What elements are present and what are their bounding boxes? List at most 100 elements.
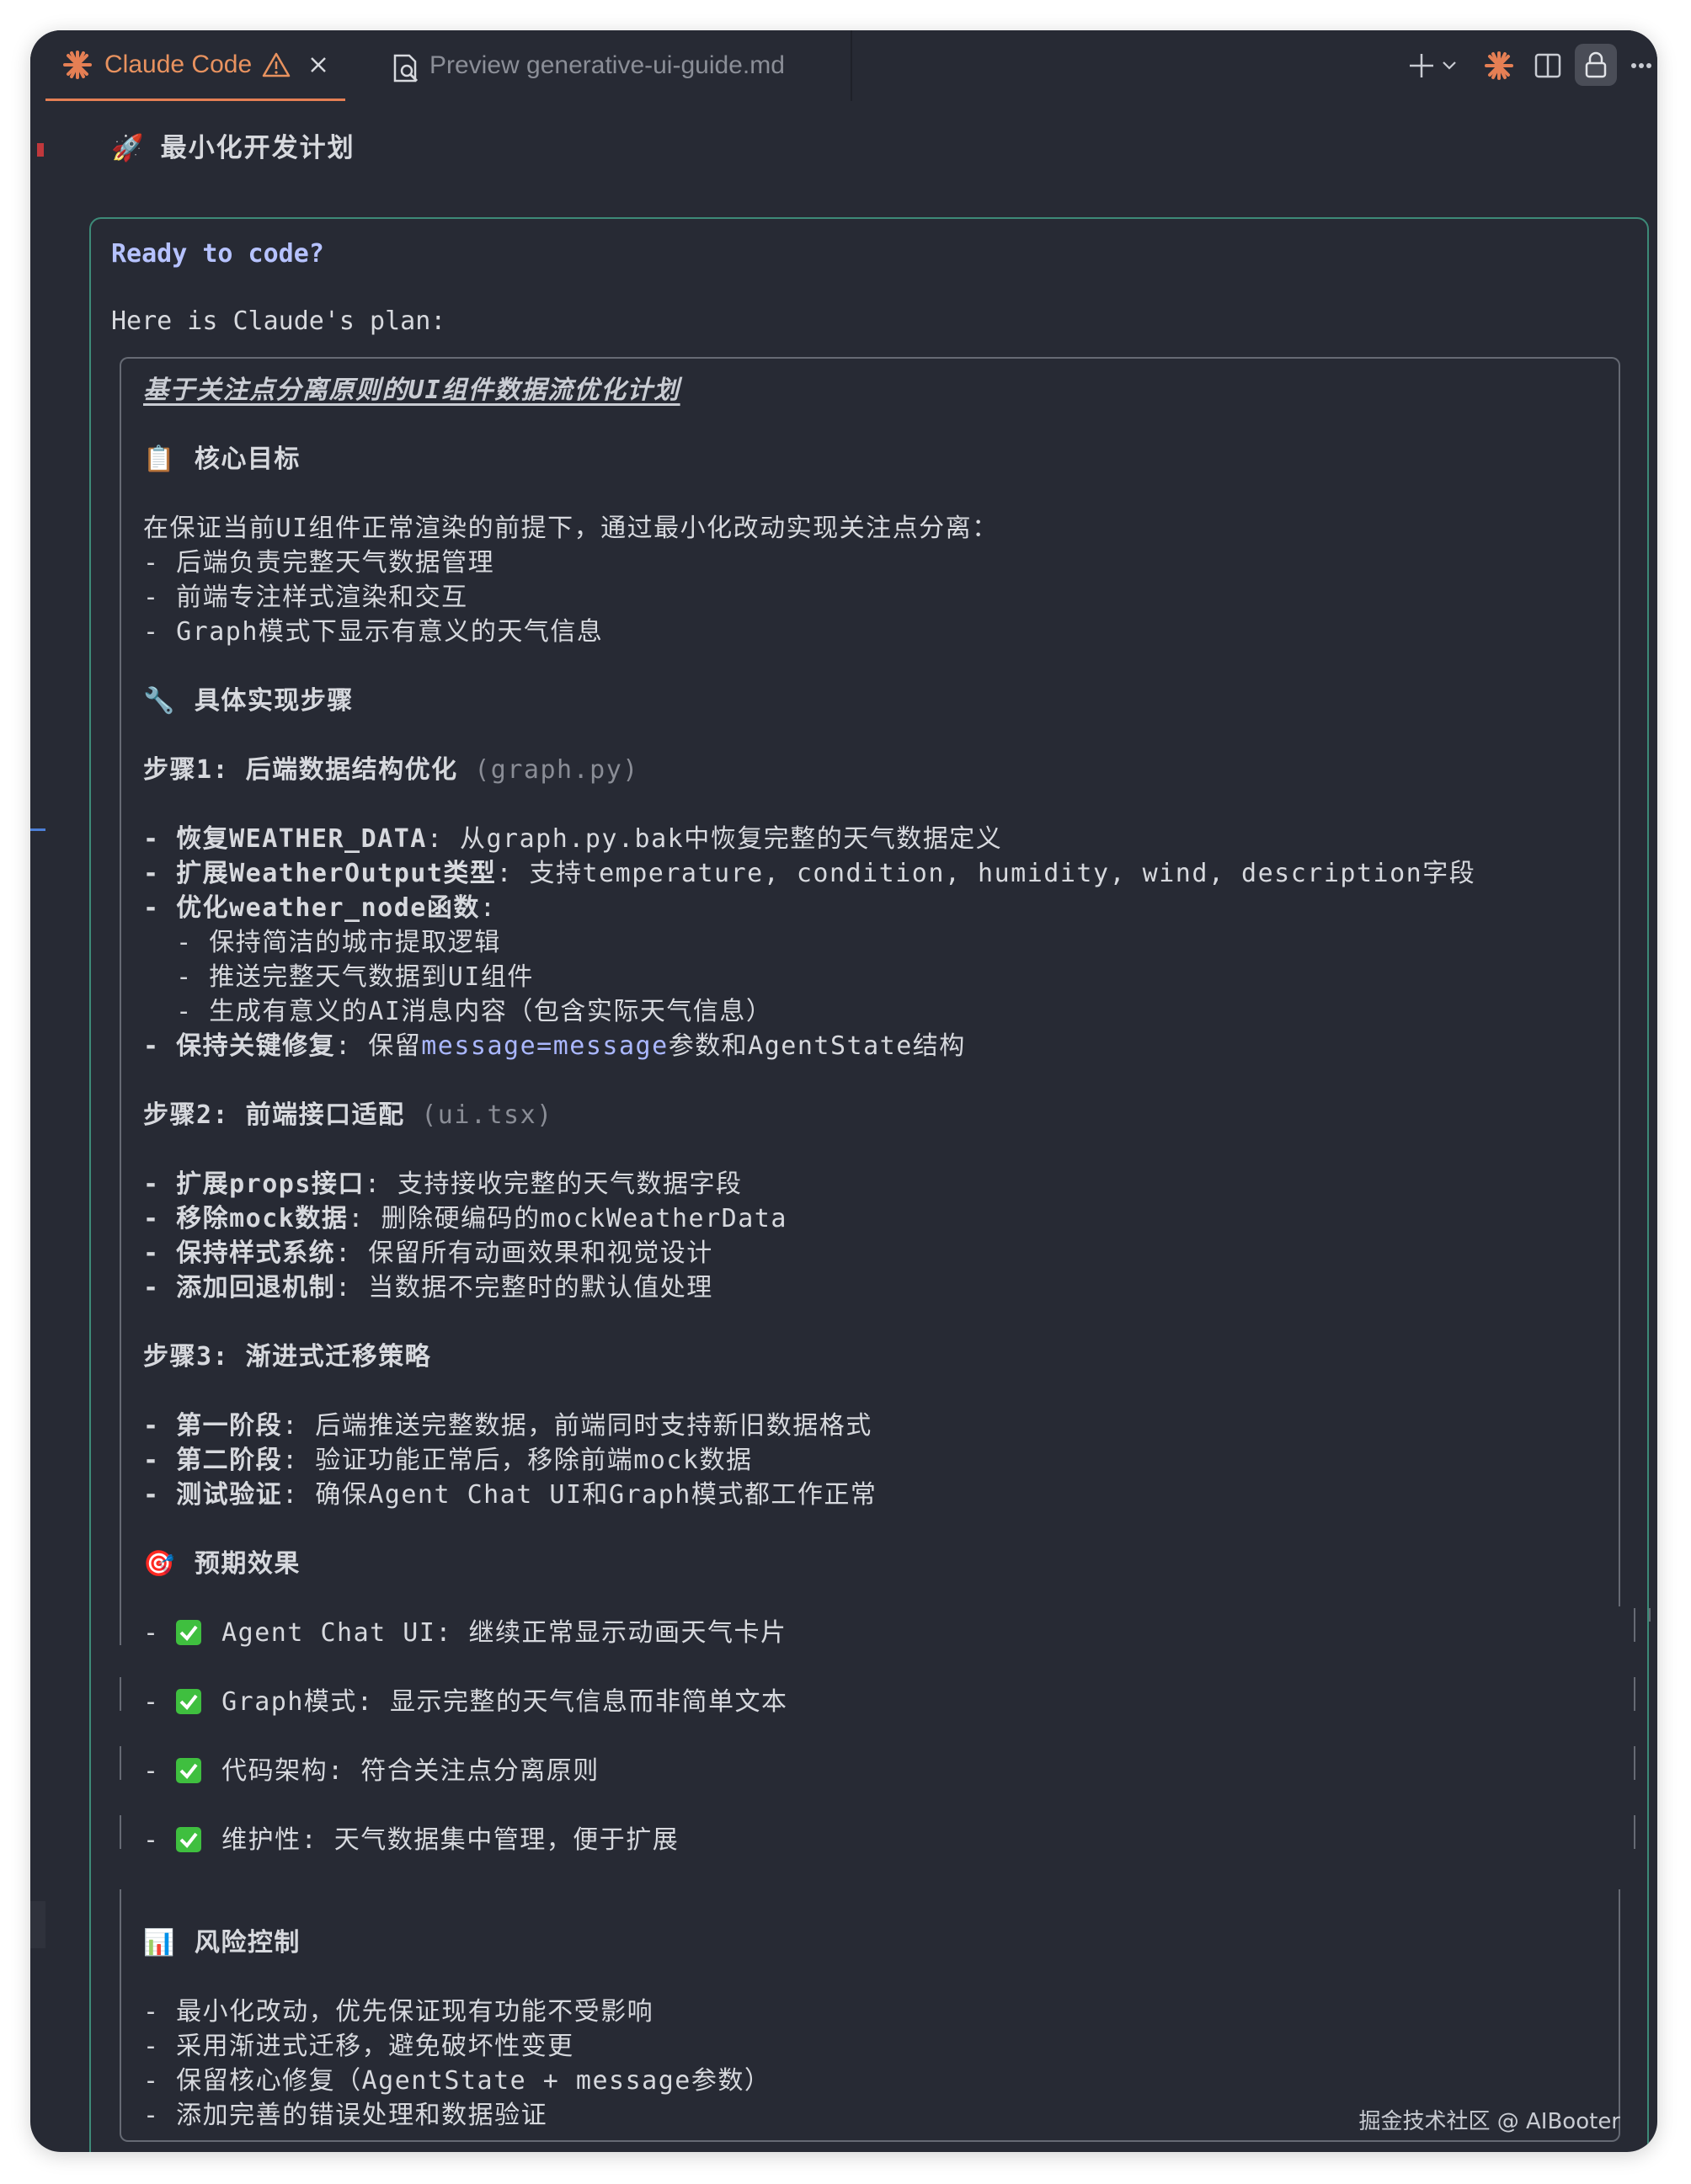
list-item: - Graph模式下显示有意义的天气信息: [143, 617, 604, 647]
item-text: : 删除硬编码的mockWeatherData: [348, 1204, 787, 1233]
item-text: Agent Chat UI: 继续正常显示动画天气卡片: [221, 1618, 787, 1648]
item-text: : 后端推送完整数据，前端同时支持新旧数据格式: [282, 1411, 872, 1441]
list-item: - Graph模式: 显示完整的天气信息而非简单文本: [143, 1687, 788, 1717]
claude-spark-icon[interactable]: [1484, 51, 1514, 81]
item-text: : 保留所有动画效果和视觉设计: [335, 1238, 713, 1268]
item-text: : 支持temperature, condition, humidity, wi…: [496, 859, 1476, 888]
item-label: - 测试验证: [143, 1480, 283, 1510]
item-text: 代码架构: 符合关注点分离原则: [221, 1756, 600, 1786]
checkmark-icon: [176, 1827, 202, 1852]
tab-preview[interactable]: Preview generative-ui-guide.md: [347, 30, 852, 101]
step-title: 步骤2: 前端接口适配: [143, 1100, 405, 1130]
chevron-down-icon[interactable]: [1442, 61, 1457, 71]
plan-box-border: [1649, 1608, 1651, 1622]
checkmark-icon: [176, 1620, 202, 1645]
item-text: : 确保Agent Chat UI和Graph模式都工作正常: [282, 1480, 878, 1510]
item-text: 参数和AgentState结构: [668, 1031, 966, 1061]
list-item: - 维护性: 天气数据集中管理，便于扩展: [143, 1825, 680, 1855]
watermark: 掘金技术社区 @ AIBooter: [1358, 2109, 1620, 2134]
list-item: - 前端专注样式渲染和交互: [143, 583, 468, 612]
list-item: - 后端负责完整天气数据管理: [143, 548, 495, 578]
item-text: : 验证功能正常后，移除前端mock数据: [282, 1446, 753, 1475]
clipboard-icon: 📋: [143, 445, 176, 474]
page-title: 🚀 最小化开发计划: [111, 126, 355, 164]
step-file: (graph.py): [474, 755, 639, 785]
item-text: :: [479, 893, 497, 923]
checkmark-icon: [176, 1758, 202, 1783]
plan-box-border: [1634, 1608, 1635, 1642]
claude-spark-icon: [63, 50, 92, 79]
item-label: - 恢复WEATHER_DATA: [143, 824, 427, 854]
plan-box-border: [1634, 1746, 1635, 1780]
list-item: - 扩展WeatherOutput类型: 支持temperature, cond…: [143, 857, 1475, 891]
list-subitem: - 生成有意义的AI消息内容（包含实际天气信息）: [143, 997, 773, 1026]
step1-heading: 步骤1: 后端数据结构优化 (graph.py): [143, 754, 639, 787]
markdown-preview-icon: [393, 54, 419, 83]
goal-intro: 在保证当前UI组件正常渲染的前提下，通过最小化改动实现关注点分离：: [143, 514, 999, 543]
item-label: - 第二阶段: [143, 1446, 283, 1475]
item-text: : 当数据不完整时的默认值处理: [335, 1273, 713, 1302]
item-label: - 优化weather_node函数: [143, 893, 480, 923]
step-file: (ui.tsx): [421, 1100, 553, 1130]
item-label: - 移除mock数据: [143, 1204, 349, 1233]
tab-label: Claude Code: [104, 50, 253, 78]
item-label: - 保持关键修复: [143, 1031, 336, 1061]
list-item: - 保持关键修复: 保留message=message参数和AgentState…: [143, 1030, 966, 1063]
list-item: - 恢复WEATHER_DATA: 从graph.py.bak中恢复完整的天气数…: [143, 823, 1002, 856]
inline-code: message=message: [421, 1031, 669, 1061]
list-item: - Agent Chat UI: 继续正常显示动画天气卡片: [143, 1618, 787, 1648]
lock-button[interactable]: [1575, 44, 1617, 86]
list-item: - 保持样式系统: 保留所有动画效果和视觉设计: [143, 1237, 713, 1270]
section-heading-goal: 📋 核心目标: [143, 443, 301, 477]
plan-box-border: [120, 1606, 121, 1645]
editor-window: Claude Code Preview generative-ui-guide.…: [30, 30, 1657, 2152]
item-text: : 支持接收完整的天气数据字段: [364, 1169, 743, 1199]
more-icon[interactable]: [1630, 62, 1652, 69]
item-label: - 扩展WeatherOutput类型: [143, 859, 497, 888]
list-item: - 保留核心修复（AgentState + message参数）: [143, 2066, 771, 2096]
target-icon: 🎯: [143, 1549, 176, 1579]
list-item: - 采用渐进式迁移，避免破坏性变更: [143, 2032, 574, 2061]
section-heading-text: 具体实现步骤: [194, 686, 354, 716]
plan-box-border: [120, 1815, 121, 1849]
list-subitem: - 推送完整天气数据到UI组件: [143, 962, 534, 992]
step-title: 步骤1: 后端数据结构优化: [143, 755, 458, 785]
lock-icon: [1585, 51, 1607, 78]
step2-heading: 步骤2: 前端接口适配 (ui.tsx): [143, 1099, 553, 1132]
tab-claude-code[interactable]: Claude Code: [45, 30, 345, 101]
section-heading-effects: 🎯 预期效果: [143, 1547, 301, 1581]
list-item: - 移除mock数据: 删除硬编码的mockWeatherData: [143, 1202, 787, 1236]
item-label: - 添加回退机制: [143, 1273, 336, 1302]
list-item: - 添加回退机制: 当数据不完整时的默认值处理: [143, 1271, 713, 1305]
plan-box-border: [120, 1746, 121, 1780]
section-heading-text: 核心目标: [194, 445, 301, 474]
tab-bar: Claude Code Preview generative-ui-guide.…: [30, 30, 1657, 101]
plan-title: 基于关注点分离原则的UI组件数据流优化计划: [143, 376, 680, 405]
split-editor-icon[interactable]: [1534, 52, 1561, 79]
plan-box-border: [120, 1677, 121, 1711]
step-title: 步骤3: 渐进式迁移策略: [143, 1342, 432, 1372]
step3-heading: 步骤3: 渐进式迁移策略: [143, 1340, 431, 1374]
tab-label: Preview generative-ui-guide.md: [429, 51, 785, 79]
list-item: - 最小化改动，优先保证现有功能不受影响: [143, 1997, 654, 2027]
item-text: : 从graph.py.bak中恢复完整的天气数据定义: [426, 824, 1003, 854]
list-item: - 测试验证: 确保Agent Chat UI和Graph模式都工作正常: [143, 1478, 877, 1512]
close-icon[interactable]: [309, 56, 328, 74]
plus-icon[interactable]: [1408, 52, 1435, 79]
page-title-text: 最小化开发计划: [160, 133, 355, 163]
item-label: - 第一阶段: [143, 1411, 283, 1441]
list-item: - 优化weather_node函数:: [143, 892, 496, 925]
list-item: - 扩展props接口: 支持接收完整的天气数据字段: [143, 1168, 743, 1201]
list-item: - 代码架构: 符合关注点分离原则: [143, 1756, 600, 1786]
rocket-icon: 🚀: [111, 133, 146, 163]
ready-prompt: Ready to code?: [111, 239, 324, 269]
section-heading-risk: 📊 风险控制: [143, 1926, 301, 1960]
item-text: 维护性: 天气数据集中管理，便于扩展: [221, 1825, 680, 1855]
item-label: - 保持样式系统: [143, 1238, 336, 1268]
plan-box-border: [1634, 1815, 1635, 1849]
item-text: Graph模式: 显示完整的天气信息而非简单文本: [221, 1687, 788, 1717]
section-heading-steps: 🔧 具体实现步骤: [143, 684, 354, 718]
plan-box-border: [1634, 1677, 1635, 1711]
plan-intro: Here is Claude's plan:: [111, 306, 446, 336]
bar-chart-icon: 📊: [143, 1928, 176, 1958]
